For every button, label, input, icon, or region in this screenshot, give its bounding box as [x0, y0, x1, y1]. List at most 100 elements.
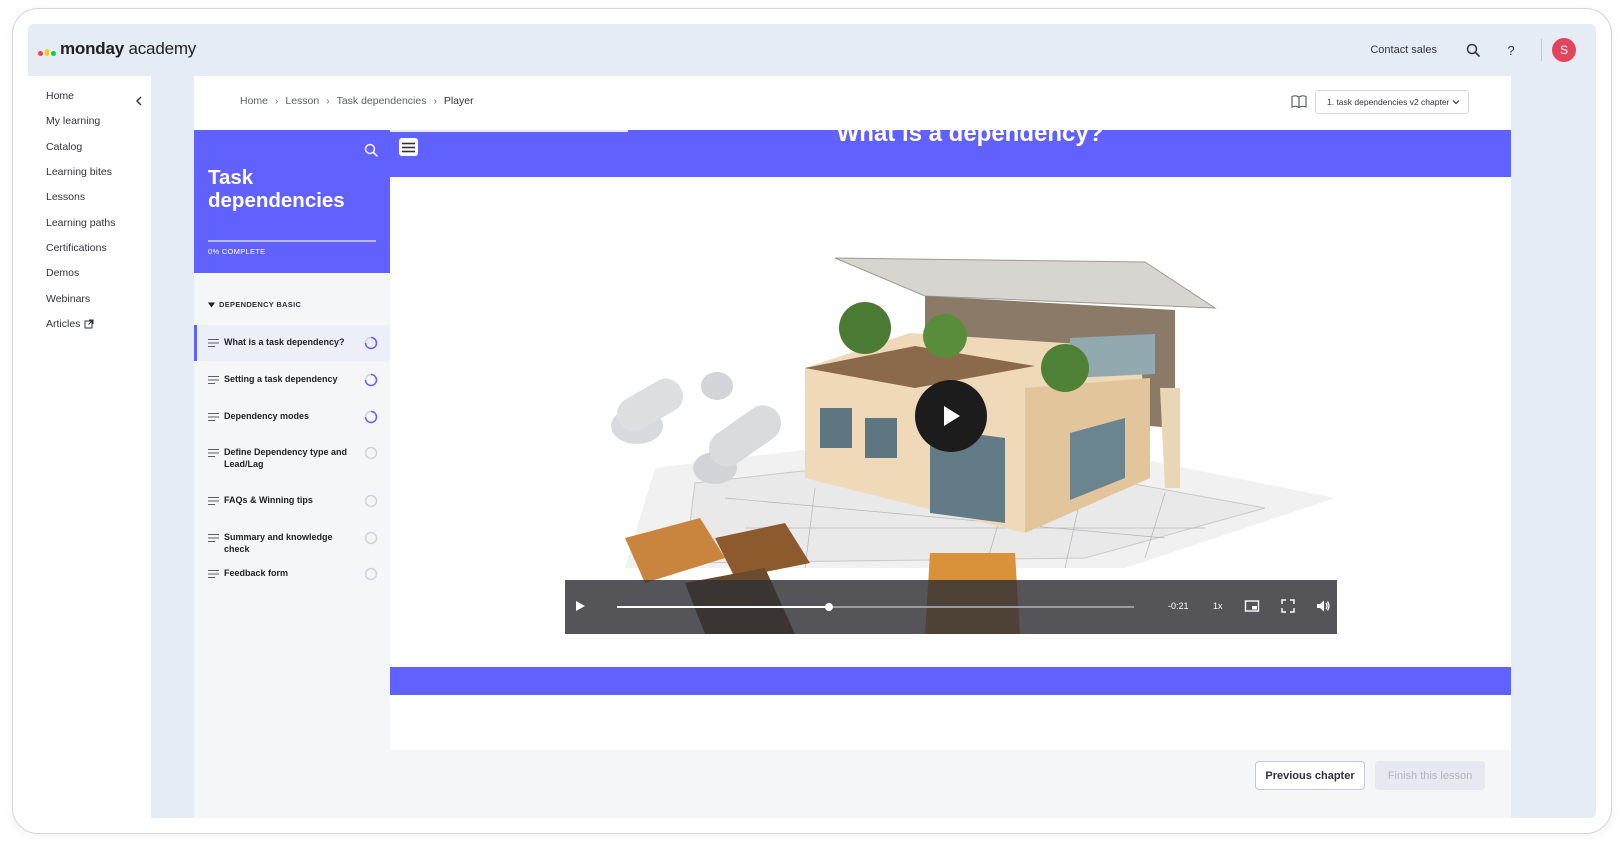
not-started-icon — [364, 567, 378, 581]
nav-item-label: Certifications — [46, 242, 107, 254]
not-started-icon — [364, 494, 378, 508]
nav-item-home[interactable]: Home — [46, 90, 74, 102]
lesson-lines-icon — [208, 534, 219, 542]
fullscreen-icon[interactable] — [1280, 598, 1296, 614]
previous-chapter-button[interactable]: Previous chapter — [1255, 761, 1365, 790]
content-heading-band: What is a dependency? — [390, 130, 1511, 177]
course-outline: DEPENDENCY BASIC What is a task dependen… — [194, 273, 390, 818]
nav-item-label: Catalog — [46, 141, 83, 153]
breadcrumb-separator-icon: › — [433, 95, 437, 107]
lesson-title: Dependency modes — [224, 411, 310, 421]
section-title: DEPENDENCY BASIC — [219, 300, 302, 309]
lesson-item-feedback-form[interactable]: Feedback form — [194, 567, 390, 583]
breadcrumb-separator-icon: › — [275, 95, 279, 107]
main-panel: Home › Lesson › Task dependencies › Play… — [194, 76, 1511, 818]
picture-in-picture-icon[interactable] — [1244, 598, 1260, 614]
nav-item-catalog[interactable]: Catalog — [46, 141, 82, 153]
nav-item-demos[interactable]: Demos — [46, 267, 79, 279]
lesson-title: What is a task dependency? — [224, 337, 345, 347]
breadcrumb-lesson[interactable]: Lesson — [285, 95, 319, 107]
lesson-title: Feedback form — [224, 568, 289, 578]
play-icon — [944, 406, 960, 426]
left-navigation: Home My learning Catalog Learning bites … — [28, 76, 151, 818]
nav-item-my-learning[interactable]: My learning — [46, 115, 100, 127]
nav-item-label: Home — [46, 90, 75, 102]
breadcrumb-current: Player — [443, 95, 474, 107]
help-icon[interactable]: ? — [1497, 36, 1525, 64]
in-progress-icon — [364, 336, 378, 350]
lesson-content: What is a dependency? -0:21 1x — [390, 130, 1511, 695]
lesson-item-summary-knowledge-check[interactable]: Summary and knowledge check — [194, 531, 390, 554]
toolbar-divider — [1541, 39, 1542, 61]
breadcrumb: Home › Lesson › Task dependencies › Play… — [240, 95, 474, 107]
course-title: Task dependencies — [208, 166, 345, 212]
volume-icon[interactable] — [1315, 598, 1331, 614]
nav-item-label: Webinars — [46, 293, 91, 305]
nav-item-webinars[interactable]: Webinars — [46, 293, 90, 305]
loading-line — [390, 130, 628, 132]
lesson-lines-icon — [208, 449, 219, 457]
search-icon[interactable] — [1459, 36, 1487, 64]
collapse-chevron-icon[interactable] — [132, 94, 146, 108]
app-window: monday academy Contact sales ? S Home My… — [28, 24, 1596, 818]
video-player[interactable]: -0:21 1x — [565, 238, 1337, 634]
nav-item-certifications[interactable]: Certifications — [46, 242, 107, 254]
lesson-lines-icon — [208, 497, 219, 505]
logo-wordmark: monday academy — [60, 39, 197, 58]
nav-item-label: Lessons — [46, 191, 86, 203]
lesson-title: FAQs & Winning tips — [224, 495, 313, 505]
lesson-lines-icon — [208, 413, 219, 421]
lesson-item-setting-a-task-dependency[interactable]: Setting a task dependency — [194, 373, 390, 389]
nav-item-learning-paths[interactable]: Learning paths — [46, 217, 115, 229]
lesson-item-faqs-winning-tips[interactable]: FAQs & Winning tips — [194, 494, 390, 510]
lesson-item-define-dependency-type[interactable]: Define Dependency type and Lead/Lag — [194, 446, 390, 474]
nav-item-label: Demos — [46, 267, 80, 279]
nav-item-articles[interactable]: Articles — [46, 318, 94, 330]
in-progress-icon — [364, 410, 378, 424]
not-started-icon — [364, 531, 378, 545]
seek-bar[interactable] — [617, 603, 1134, 611]
chevron-down-icon — [1452, 100, 1460, 105]
content-bottom-band — [390, 667, 1511, 695]
breadcrumb-home[interactable]: Home — [240, 95, 268, 107]
course-search-icon[interactable] — [363, 142, 379, 158]
lesson-lines-icon — [208, 570, 219, 578]
caret-down-icon — [208, 302, 215, 307]
lesson-title: Summary and knowledge check — [224, 532, 333, 554]
play-icon[interactable] — [574, 600, 586, 612]
big-play-button[interactable] — [915, 380, 987, 452]
nav-item-label: Learning bites — [46, 166, 112, 178]
book-icon[interactable] — [1290, 94, 1308, 110]
chapter-select[interactable]: 1. task dependencies v2 chapter — [1315, 90, 1469, 114]
lesson-footer: Previous chapter Finish this lesson — [194, 750, 1511, 818]
lesson-lines-icon — [208, 376, 219, 384]
lesson-title: Define Dependency type and Lead/Lag — [224, 447, 348, 469]
contact-sales-link[interactable]: Contact sales — [1370, 44, 1437, 56]
finish-lesson-button[interactable]: Finish this lesson — [1375, 761, 1485, 790]
time-remaining: -0:21 — [1168, 601, 1189, 611]
lesson-lines-icon — [208, 339, 219, 347]
lesson-title: Setting a task dependency — [224, 374, 338, 384]
hamburger-menu-icon[interactable] — [399, 138, 418, 156]
breadcrumb-task-dependencies[interactable]: Task dependencies — [337, 95, 427, 107]
nav-item-label: Articles — [46, 318, 81, 330]
seek-handle[interactable] — [824, 603, 833, 611]
course-progress-label: 0% COMPLETE — [208, 247, 266, 256]
in-progress-icon — [364, 373, 378, 387]
nav-item-label: Learning paths — [46, 217, 116, 229]
avatar[interactable]: S — [1552, 38, 1576, 62]
nav-item-label: My learning — [46, 115, 101, 127]
nav-item-learning-bites[interactable]: Learning bites — [46, 166, 112, 178]
monday-academy-logo[interactable]: monday academy — [38, 39, 196, 59]
seek-progress — [617, 606, 829, 608]
section-toggle[interactable]: DEPENDENCY BASIC — [208, 300, 301, 309]
nav-item-lessons[interactable]: Lessons — [46, 191, 85, 203]
breadcrumb-separator-icon: › — [326, 95, 330, 107]
course-header: Task dependencies 0% COMPLETE — [194, 130, 390, 273]
playback-speed-button[interactable]: 1x — [1213, 601, 1223, 611]
lesson-item-what-is-a-task-dependency[interactable]: What is a task dependency? — [194, 325, 390, 361]
course-progress-bar — [208, 240, 376, 242]
video-controls: -0:21 1x — [565, 580, 1337, 634]
lesson-item-dependency-modes[interactable]: Dependency modes — [194, 410, 390, 426]
not-started-icon — [364, 446, 378, 460]
